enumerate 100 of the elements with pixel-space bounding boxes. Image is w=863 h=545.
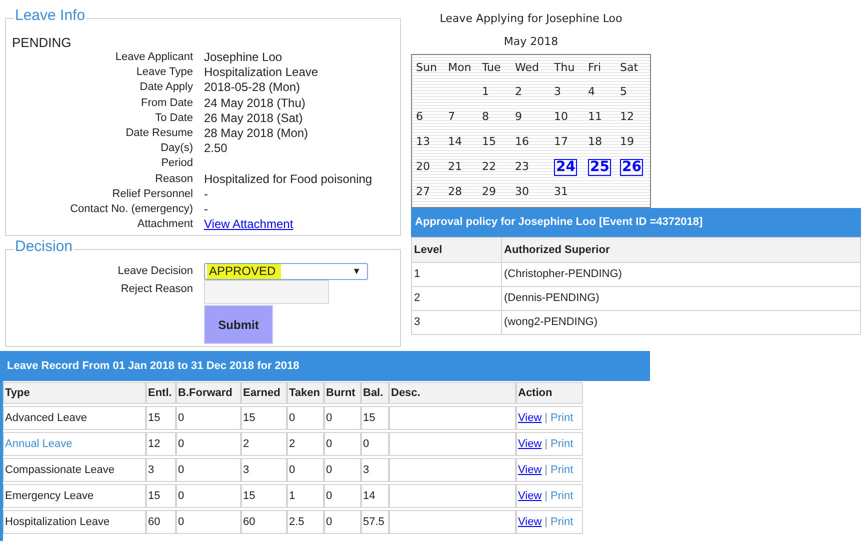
column-header: B.Forward <box>176 382 241 404</box>
table-cell: 1 <box>287 484 324 508</box>
calendar-day[interactable]: 14 <box>448 134 462 151</box>
table-cell: (Christopher-PENDING) <box>502 262 860 286</box>
table-cell: 60 <box>241 510 287 534</box>
calendar-day[interactable]: 25 <box>588 159 612 176</box>
calendar-day[interactable]: 21 <box>448 159 462 176</box>
panel-header: Leave Record From 01 Jan 2018 to 31 Dec 2018 for 2018 <box>3 351 650 381</box>
calendar-day[interactable]: 20 <box>416 159 430 176</box>
calendar-day[interactable]: 5 <box>620 84 627 101</box>
calendar-day[interactable]: 1 <box>482 84 489 101</box>
table-cell: 0 <box>176 510 241 534</box>
table-cell: 0 <box>176 432 241 456</box>
table-cell: 0 <box>176 406 241 430</box>
view-link[interactable]: View <box>518 464 542 476</box>
field-value: Hospitalized for Food poisoning <box>204 172 372 187</box>
table-cell: 0 <box>176 484 241 508</box>
field-label: To Date <box>155 110 193 126</box>
view-link[interactable]: View <box>518 516 542 528</box>
calendar-month: May 2018 <box>504 34 558 50</box>
table-cell: 0 <box>287 406 324 430</box>
calendar-day[interactable]: 11 <box>588 109 602 126</box>
field-label: Relief Personnel <box>112 186 193 202</box>
field-value: 2.50 <box>204 141 228 156</box>
table-cell: 12 <box>146 432 176 456</box>
separator-text: | <box>544 516 548 528</box>
field-label: Leave Applicant <box>115 50 193 65</box>
table-cell: 2 <box>287 432 324 456</box>
separator-text: | <box>544 412 548 424</box>
separator-text: | <box>544 438 548 450</box>
reject-reason-field[interactable] <box>204 280 329 304</box>
attachment-link[interactable]: View Attachment <box>204 217 294 232</box>
field-label: Date Apply <box>140 80 193 96</box>
calendar-day[interactable]: 26 <box>620 159 644 176</box>
weekday-label: Wed <box>515 60 539 76</box>
leave-type: Advanced Leave <box>5 412 87 424</box>
print-link[interactable]: Print <box>550 464 574 476</box>
calendar-day[interactable]: 16 <box>515 134 529 151</box>
field-label: Reason <box>155 172 193 187</box>
calendar-day[interactable]: 29 <box>482 184 496 201</box>
separator-text: | <box>544 464 548 476</box>
table-cell: 2.5 <box>287 510 324 534</box>
field-label: From Date <box>141 96 193 111</box>
calendar-day[interactable]: 31 <box>554 184 568 201</box>
field-value: Hospitalization Leave <box>204 65 318 80</box>
leave-type: Emergency Leave <box>5 490 94 502</box>
calendar-day[interactable]: 23 <box>515 159 529 176</box>
field-label: Attachment <box>137 217 193 232</box>
print-link[interactable]: Print <box>550 516 574 528</box>
column-header: Authorized Superior <box>502 238 860 262</box>
calendar-day[interactable]: 12 <box>620 109 634 126</box>
field-label: Leave Type <box>136 65 193 80</box>
table-cell: 15 <box>241 406 287 430</box>
separator-text: | <box>544 490 548 502</box>
weekday-label: Tue <box>482 60 501 76</box>
calendar-day[interactable]: 2 <box>515 84 522 101</box>
calendar-day[interactable]: 9 <box>515 109 522 126</box>
field-value: Josephine Loo <box>204 50 282 66</box>
table-cell: 2 <box>241 432 287 456</box>
column-header: Earned <box>241 382 287 404</box>
calendar-day[interactable]: 3 <box>554 84 561 101</box>
calendar-day[interactable]: 10 <box>554 109 568 126</box>
calendar-day[interactable]: 18 <box>588 134 602 151</box>
calendar-day[interactable]: 19 <box>620 134 634 151</box>
column-header: Taken <box>287 382 324 404</box>
calendar-day[interactable]: 17 <box>554 134 568 151</box>
print-link[interactable]: Print <box>550 412 574 424</box>
column-header: Type <box>3 382 146 404</box>
table-cell: 0 <box>324 484 361 508</box>
calendar-day[interactable]: 24 <box>554 159 578 176</box>
view-link[interactable]: View <box>518 438 542 450</box>
submit-button[interactable]: Submit <box>204 305 273 344</box>
table-cell: 60 <box>146 510 176 534</box>
calendar-day[interactable]: 6 <box>416 109 423 126</box>
table-cell: 15 <box>361 406 389 430</box>
calendar-day[interactable]: 13 <box>416 134 430 151</box>
table-cell: 0 <box>287 458 324 482</box>
decision-dropdown[interactable]: APPROVED ▼ <box>204 263 368 280</box>
leave-type: Hospitalization Leave <box>5 516 110 528</box>
field-label: Reject Reason <box>120 282 193 297</box>
field-label: Contact No. (emergency) <box>70 202 193 218</box>
calendar-day[interactable]: 7 <box>448 109 455 126</box>
calendar-day[interactable]: 30 <box>515 184 529 201</box>
calendar-day[interactable]: 15 <box>482 134 496 151</box>
field-value: 24 May 2018 (Thu) <box>204 96 306 111</box>
calendar-day[interactable]: 8 <box>482 109 489 126</box>
calendar-day[interactable]: 4 <box>588 84 595 101</box>
dropdown-caret-icon: ▼ <box>352 264 361 278</box>
calendar-day[interactable]: 22 <box>482 159 496 176</box>
print-link[interactable]: Print <box>550 438 574 450</box>
print-link[interactable]: Print <box>550 490 574 502</box>
calendar-day[interactable]: 27 <box>416 184 430 201</box>
view-link[interactable]: View <box>518 490 542 502</box>
panel-header: Approval policy for Josephine Loo [Event ID =4372018] <box>411 208 861 237</box>
table-cell: 3 <box>361 458 389 482</box>
field-label: Period <box>161 156 193 172</box>
calendar-day[interactable]: 28 <box>448 184 462 201</box>
table-cell: 3 <box>146 458 176 482</box>
field-label: Date Resume <box>126 126 193 142</box>
view-link[interactable]: View <box>518 412 542 424</box>
